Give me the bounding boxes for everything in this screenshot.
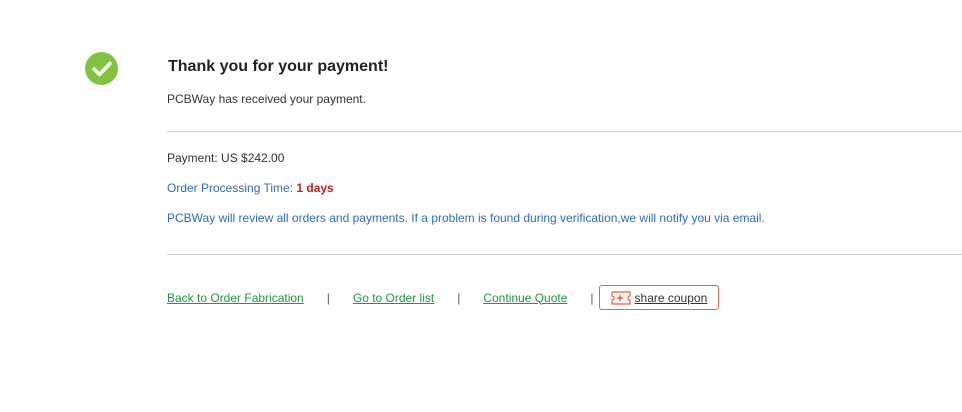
coupon-ticket-icon — [610, 290, 631, 305]
processing-time-value: 1 days — [296, 181, 334, 195]
back-to-order-fabrication-link[interactable]: Back to Order Fabrication — [167, 291, 304, 305]
share-coupon-button[interactable]: share coupon — [598, 285, 720, 310]
continue-quote-link[interactable]: Continue Quote — [483, 291, 567, 305]
payment-amount: Payment: US $242.00 — [167, 151, 285, 165]
divider — [167, 254, 962, 255]
share-coupon-label: share coupon — [634, 290, 708, 305]
go-to-order-list-link[interactable]: Go to Order list — [353, 291, 434, 305]
link-separator: | — [326, 290, 330, 305]
divider — [167, 131, 962, 132]
processing-time: Order Processing Time: 1 days — [167, 181, 334, 195]
page-title: Thank you for your payment! — [168, 58, 389, 75]
check-circle-icon — [85, 52, 118, 85]
payment-confirmation-page: Thank you for your payment! PCBWay has r… — [0, 0, 962, 412]
page-subtitle: PCBWay has received your payment. — [167, 92, 366, 106]
review-notice: PCBWay will review all orders and paymen… — [167, 211, 765, 225]
link-separator: | — [457, 290, 461, 305]
action-links: Back to Order Fabrication | Go to Order … — [167, 285, 720, 310]
processing-time-label: Order Processing Time: — [167, 181, 297, 195]
link-separator: | — [590, 290, 594, 305]
